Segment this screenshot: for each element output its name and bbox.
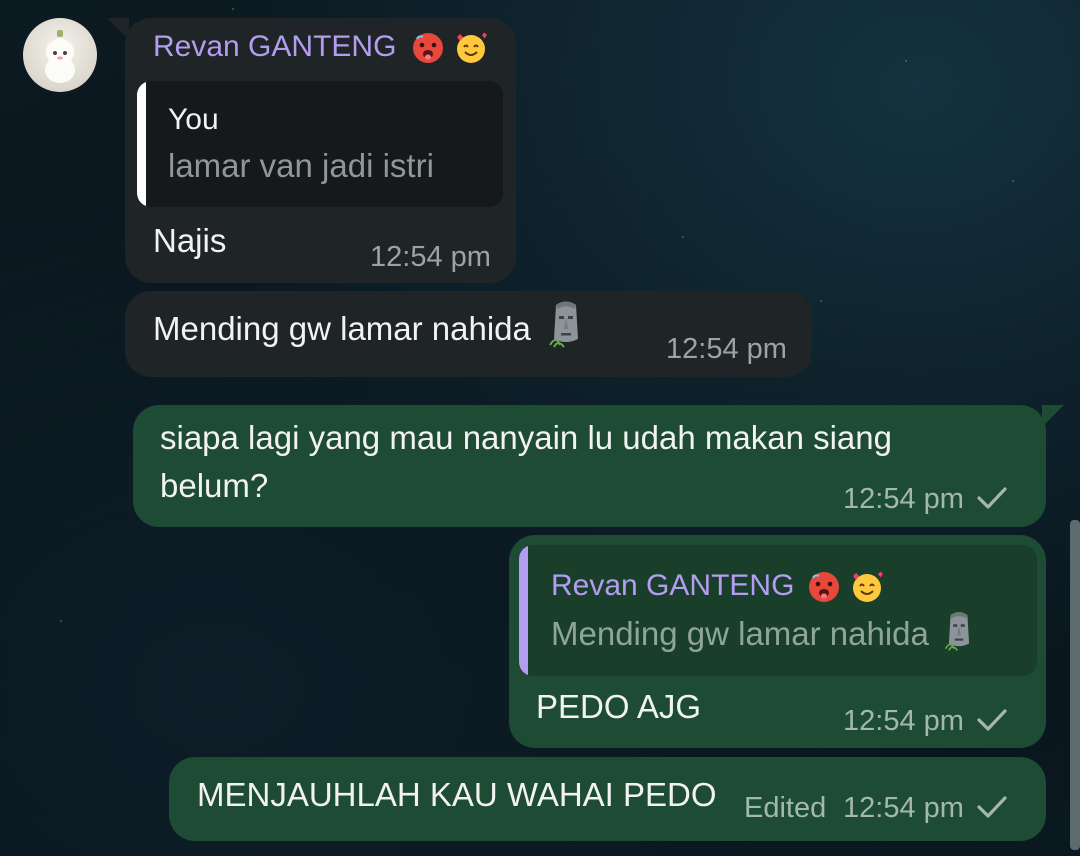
message-text: PEDO AJG <box>536 688 702 725</box>
hot-face-emoji <box>808 572 839 603</box>
scrollbar[interactable] <box>1070 520 1080 850</box>
message-text-line2: belum? <box>160 467 269 504</box>
message-time: 12:54 pm <box>843 792 964 824</box>
bubble-tail <box>1042 405 1064 427</box>
quote-text-content: Mending gw lamar nahida <box>551 615 929 652</box>
avatar[interactable] <box>23 18 97 92</box>
incoming-message-bubble[interactable]: Mending gw lamar nahida 12:54 pm <box>125 291 812 377</box>
quote-bar <box>137 81 146 207</box>
moai-emoji <box>549 301 579 348</box>
quote-author-text: Revan GANTENG <box>551 569 795 602</box>
sent-check-icon <box>976 485 1008 511</box>
message-time: 12:54 pm <box>843 705 964 737</box>
quote-text: lamar van jadi istri <box>168 147 434 184</box>
sender-name-text: Revan GANTENG <box>153 30 397 63</box>
sent-check-icon <box>976 707 1008 733</box>
bubble-tail <box>107 18 129 40</box>
message-time: 12:54 pm <box>666 333 787 365</box>
message-time: 12:54 pm <box>370 241 491 273</box>
message-time: 12:54 pm <box>843 483 964 515</box>
sender-name[interactable]: Revan GANTENG <box>153 30 489 65</box>
outgoing-message-bubble[interactable]: MENJAUHLAH KAU WAHAI PEDO Edited 12:54 p… <box>169 757 1046 841</box>
smiling-face-with-hearts-emoji <box>457 32 488 64</box>
reply-quote[interactable]: You lamar van jadi istri <box>137 81 503 207</box>
message-text-line1: siapa lagi yang mau nanyain lu udah maka… <box>160 419 892 456</box>
quote-bar <box>519 545 528 676</box>
edited-label: Edited <box>744 792 827 824</box>
outgoing-message-bubble[interactable]: siapa lagi yang mau nanyain lu udah maka… <box>133 405 1064 527</box>
quote-author: Revan GANTENG <box>551 569 885 604</box>
message-text-content: Mending gw lamar nahida <box>153 310 531 347</box>
message-text: Najis <box>153 222 227 259</box>
message-text: Mending gw lamar nahida <box>153 301 586 349</box>
moai-emoji <box>944 612 970 652</box>
hot-face-emoji <box>412 33 443 64</box>
sent-check-icon <box>976 794 1008 820</box>
smiling-face-with-hearts-emoji <box>853 571 884 603</box>
message-text: MENJAUHLAH KAU WAHAI PEDO <box>197 776 717 813</box>
quote-text: Mending gw lamar nahida <box>551 612 976 653</box>
reply-quote[interactable]: Revan GANTENG Mending gw lamar nahida <box>519 545 1037 676</box>
incoming-message-bubble[interactable]: Revan GANTENG You lamar van jadi istri N… <box>107 18 516 283</box>
quote-author: You <box>168 103 219 136</box>
outgoing-message-bubble[interactable]: Revan GANTENG Mending gw lamar nahida PE… <box>509 535 1046 748</box>
